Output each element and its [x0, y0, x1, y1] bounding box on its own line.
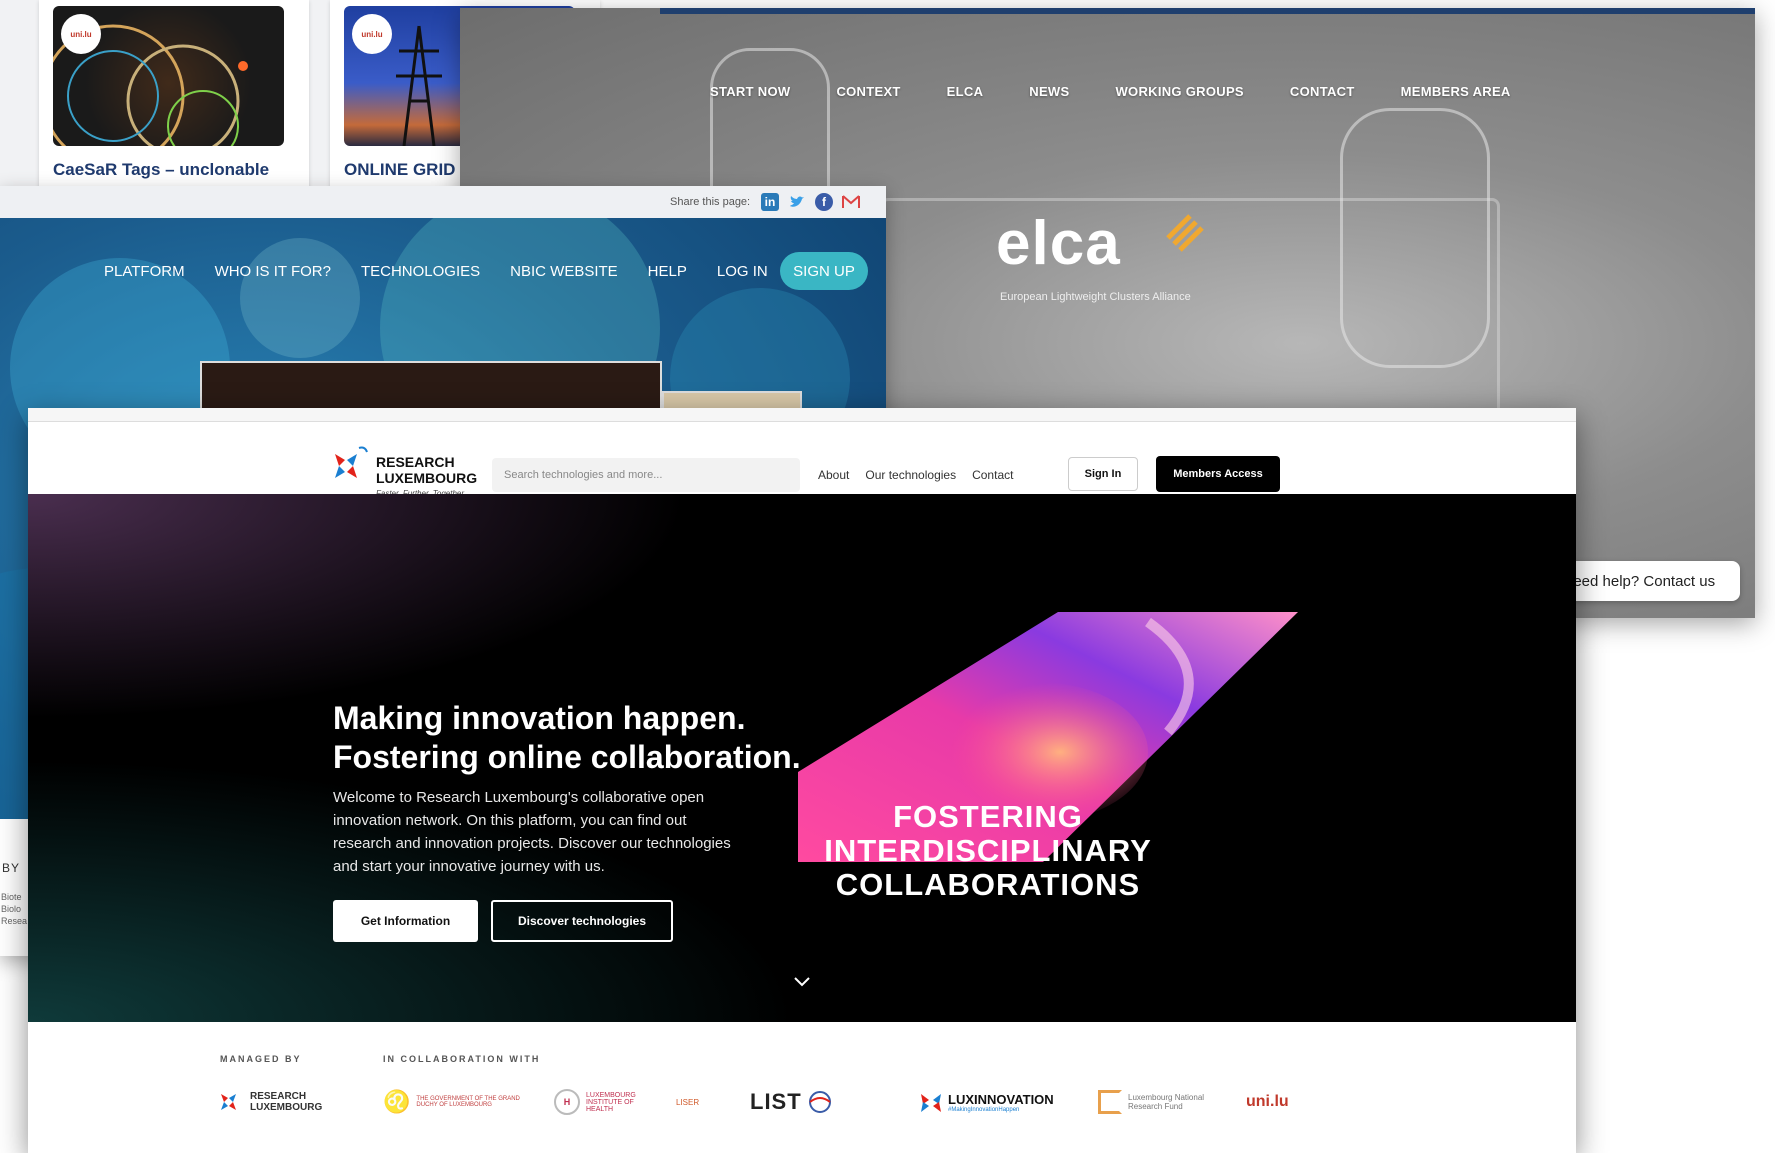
managed-by-label: MANAGED BY	[220, 1054, 302, 1064]
elca-logo-mark-icon	[1166, 214, 1204, 252]
by-sub-list: Biote Biolo Resea	[1, 892, 28, 926]
card-title[interactable]: CaeSaR Tags – unclonable	[53, 160, 269, 180]
discover-technologies-button[interactable]: Discover technologies	[491, 900, 673, 942]
nav-who-is-it-for[interactable]: WHO IS IT FOR?	[215, 263, 331, 280]
elca-nav: START NOW CONTEXT ELCA NEWS WORKING GROU…	[710, 84, 1511, 99]
members-access-button[interactable]: Members Access	[1156, 456, 1280, 492]
nav-about[interactable]: About	[818, 468, 849, 482]
partner-fnr[interactable]: Luxembourg National Research Fund	[1098, 1082, 1218, 1122]
site-header: RESEARCH LUXEMBOURG Faster. Further. Tog…	[28, 422, 1576, 498]
card-title[interactable]: ONLINE GRID	[344, 160, 455, 180]
partner-luxinnovation[interactable]: LUXINNOVATION #MakingInnovationHappen	[920, 1082, 1054, 1122]
nav-contact[interactable]: CONTACT	[1290, 84, 1355, 99]
nav-contact[interactable]: Contact	[972, 468, 1013, 482]
help-contact-button[interactable]: leed help? Contact us	[1560, 561, 1740, 601]
browser-toolbar-strip	[28, 408, 1576, 422]
nav-technologies[interactable]: TECHNOLOGIES	[361, 263, 480, 280]
facebook-icon[interactable]: f	[815, 193, 833, 211]
luxinnovation-logo-icon	[921, 1094, 941, 1112]
nav-platform[interactable]: PLATFORM	[104, 263, 185, 280]
mail-icon[interactable]	[842, 193, 860, 211]
hero-paragraph: Welcome to Research Luxembourg's collabo…	[333, 789, 731, 875]
partner-lih[interactable]: H LUXEMBOURG INSTITUTE OF HEALTH	[554, 1082, 642, 1122]
partner-research-luxembourg[interactable]: RESEARCH LUXEMBOURG	[220, 1082, 322, 1122]
nav-nbic-website[interactable]: NBIC WEBSITE	[510, 263, 618, 280]
nav-working-groups[interactable]: WORKING GROUPS	[1115, 84, 1243, 99]
project-card-caesar[interactable]: uni.lu CaeSaR Tags – unclonable	[39, 0, 309, 200]
hero-section: Making innovation happen. Fostering onli…	[28, 494, 1576, 1022]
share-bar: Share this page: in f	[0, 186, 886, 218]
by-label: BY	[2, 861, 21, 875]
linkedin-icon[interactable]: in	[761, 193, 779, 211]
uni-lu-badge: uni.lu	[61, 14, 101, 54]
artwork-caption: FOSTERING INTERDISCIPLINARY COLLABORATIO…	[824, 799, 1152, 902]
header-strip	[660, 8, 1755, 14]
lion-icon: ♌	[383, 1089, 411, 1114]
search-input[interactable]: Search technologies and more...	[492, 458, 800, 492]
lower-white-panel	[0, 819, 30, 956]
list-globe-icon	[808, 1091, 831, 1113]
collaboration-label: IN COLLABORATION WITH	[383, 1054, 541, 1064]
nbic-nav: PLATFORM WHO IS IT FOR? TECHNOLOGIES NBI…	[104, 263, 768, 280]
nav-elca[interactable]: ELCA	[947, 84, 984, 99]
research-luxembourg-logo-icon	[221, 1094, 236, 1110]
fnr-logo-icon	[1098, 1090, 1122, 1114]
partner-uni-lu[interactable]: uni.lu	[1246, 1082, 1289, 1122]
chevron-down-icon[interactable]	[793, 972, 811, 990]
twitter-icon[interactable]	[788, 193, 806, 211]
research-luxembourg-website: RESEARCH LUXEMBOURG Faster. Further. Tog…	[28, 408, 1576, 1153]
partner-liser[interactable]: LISER	[676, 1082, 699, 1122]
lih-logo-icon: H	[554, 1089, 580, 1115]
robot-arm-shape	[1340, 108, 1490, 368]
partners-footer: MANAGED BY IN COLLABORATION WITH RESEARC…	[28, 1022, 1576, 1153]
nav-help[interactable]: HELP	[648, 263, 687, 280]
elca-logo: elca	[996, 209, 1121, 278]
nav-context[interactable]: CONTEXT	[836, 84, 900, 99]
share-label: Share this page:	[670, 196, 751, 208]
card-image: uni.lu	[53, 6, 284, 146]
elca-subtitle: European Lightweight Clusters Alliance	[1000, 291, 1191, 303]
partner-government[interactable]: ♌ THE GOVERNMENT OF THE GRAND DUCHY OF L…	[383, 1082, 521, 1122]
nav-start-now[interactable]: START NOW	[710, 84, 790, 99]
uni-lu-badge: uni.lu	[352, 14, 392, 54]
sign-in-button[interactable]: Sign In	[1068, 457, 1138, 491]
partner-list[interactable]: LIST	[750, 1082, 832, 1122]
main-nav: About Our technologies Contact	[818, 468, 1013, 482]
nav-members-area[interactable]: MEMBERS AREA	[1401, 84, 1511, 99]
get-information-button[interactable]: Get Information	[333, 900, 478, 942]
nav-our-technologies[interactable]: Our technologies	[865, 468, 956, 482]
hero-headline: Making innovation happen. Fostering onli…	[333, 700, 801, 775]
research-luxembourg-logo-icon[interactable]	[333, 446, 371, 486]
logo-text: RESEARCH LUXEMBOURG	[376, 454, 478, 486]
nav-log-in[interactable]: LOG IN	[717, 263, 768, 280]
sign-up-button[interactable]: SIGN UP	[780, 252, 868, 290]
nav-news[interactable]: NEWS	[1029, 84, 1069, 99]
